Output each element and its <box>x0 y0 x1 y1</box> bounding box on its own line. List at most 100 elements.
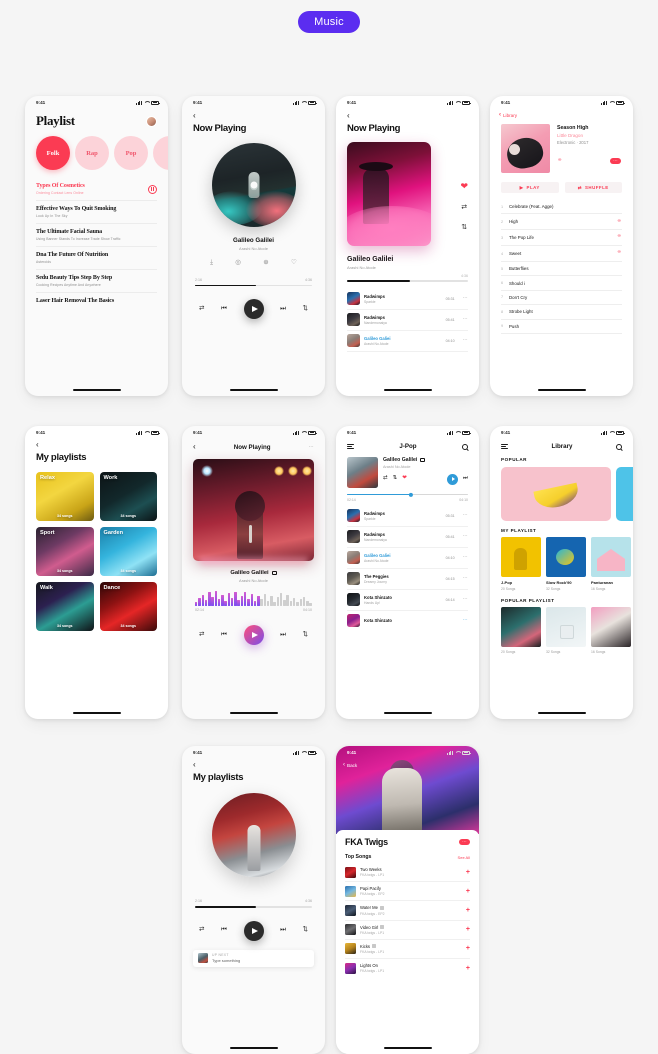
playlist-card[interactable]: Work 34 songs <box>99 472 157 521</box>
playlist-card[interactable]: Dance 34 songs <box>99 582 157 631</box>
progress-bar[interactable] <box>195 906 312 908</box>
more-icon[interactable]: ⋯ <box>463 317 468 322</box>
screen-now-playing-disc[interactable]: 9:41 ‹ Now Playing Galileo Galilei Arash… <box>182 96 325 396</box>
playlist-card[interactable]: J-Pop 20 Songs <box>501 537 541 591</box>
screen-artist[interactable]: 9:41 ‹ Back FKA Twigs ⋯ Top Songs See Al… <box>336 746 479 1054</box>
back-to-library[interactable]: ‹ Library <box>490 109 633 118</box>
list-item[interactable]: Effective Ways To Quit Smoking Look Up I… <box>36 201 157 224</box>
shuffle-icon[interactable]: ⇄ <box>383 476 388 482</box>
song-row[interactable]: 1 Celebrate (Feat. Agge) <box>501 200 622 215</box>
search-icon[interactable] <box>461 443 468 450</box>
shuffle-icon[interactable]: ⇄ <box>461 204 467 211</box>
screen-my-playlists-grid[interactable]: 9:41 ‹ My playlists Relax 34 songs Work … <box>25 426 168 719</box>
play-button[interactable] <box>243 625 264 645</box>
chip-pop[interactable]: Pop <box>114 136 148 170</box>
add-icon[interactable]: + <box>466 945 470 952</box>
next-icon[interactable]: ⏭ <box>280 927 286 934</box>
more-icon[interactable]: ⋯ <box>463 618 468 623</box>
list-item[interactable]: The Ultimate Facial Sauna Using Banner S… <box>36 224 157 247</box>
song-row[interactable]: Two Weeks FKA twigs - LP1 + <box>345 863 470 883</box>
track-row[interactable]: Galileo Galiei Arashi No Atode 04:10 ⋯ <box>347 331 468 352</box>
back-icon[interactable]: ‹ <box>193 761 314 769</box>
screen-album[interactable]: 9:41 ‹ Library Season High Little Dragon… <box>490 96 633 396</box>
repeat-icon[interactable]: ⇅ <box>461 224 467 231</box>
play-button[interactable] <box>243 299 264 320</box>
airplay-icon[interactable]: ◎ <box>235 259 241 267</box>
playlist-card[interactable]: Panturanan 16 Songs <box>591 537 631 591</box>
add-icon[interactable]: ⊕ <box>263 259 268 267</box>
menu-icon[interactable] <box>347 443 354 450</box>
back-button[interactable]: ‹ Back <box>343 762 357 768</box>
download-icon[interactable]: ⚭ <box>617 234 622 241</box>
song-row[interactable]: Water Me FKA twigs - EP2 + <box>345 901 470 921</box>
play-button[interactable]: ▶ PLAY <box>501 182 559 193</box>
next-icon[interactable]: ⏭ <box>280 305 286 313</box>
chip-folk[interactable]: Folk <box>36 136 70 170</box>
track-row[interactable]: Radwimps Sparkle 05:31 ⋯ <box>347 289 468 310</box>
popular-carousel[interactable] <box>490 462 633 521</box>
track-row[interactable]: Radwimps Sparkle 05:31 ⋯ <box>347 506 468 527</box>
list-item[interactable]: Types Of Cosmetics Ordering Contact Lens… <box>36 178 157 201</box>
screen-my-playlists-player[interactable]: 9:41 ‹ My playlists 2:16 4:36 ⇄ ⏮ ⏭ ⇅ UP… <box>182 746 325 1054</box>
play-button[interactable] <box>447 473 459 485</box>
repeat-icon[interactable]: ⇅ <box>303 631 308 639</box>
screen-jpop[interactable]: 9:41 J-Pop Galileo Galilei Arashi No Ato… <box>336 426 479 719</box>
list-item[interactable]: Laser Hair Removal The Basics <box>36 293 157 309</box>
track-row[interactable]: Kota Shinzato ⋯ <box>347 611 468 631</box>
shuffle-icon[interactable]: ⇄ <box>199 927 204 934</box>
waveform-progress[interactable] <box>195 590 312 606</box>
add-icon[interactable]: + <box>466 926 470 933</box>
search-icon[interactable] <box>615 443 622 450</box>
popular-card[interactable] <box>501 467 611 521</box>
playlist-card[interactable]: Garden 34 songs <box>99 527 157 576</box>
add-icon[interactable]: + <box>466 965 470 972</box>
more-icon[interactable]: ⋯ <box>463 534 468 539</box>
more-icon[interactable]: ⋯ <box>463 576 468 581</box>
popular-card[interactable] <box>616 467 633 521</box>
song-row[interactable]: Video Girl FKA twigs - LP1 + <box>345 921 470 940</box>
progress-bar[interactable] <box>195 284 312 287</box>
album-cover[interactable] <box>501 124 550 173</box>
heart-icon[interactable]: ♡ <box>291 259 297 267</box>
track-row[interactable]: The Peggies Dreamy Journy 04:15 ⋯ <box>347 569 468 590</box>
repeat-icon[interactable]: ⇅ <box>393 476 398 482</box>
add-icon[interactable]: + <box>466 888 470 895</box>
track-row[interactable]: Radwimps Nandemonaiya 05:41 ⋯ <box>347 527 468 548</box>
more-icon[interactable]: ⋯ <box>309 444 314 450</box>
playlist-card[interactable]: Walk 34 songs <box>36 582 94 631</box>
more-icon[interactable]: ⋯ <box>463 338 468 343</box>
shuffle-button[interactable]: ⇄ SHUFFLE <box>564 182 622 193</box>
screen-playlist[interactable]: 9:41 Playlist Folk Rap Pop Types Of Cosm… <box>25 96 168 396</box>
playlist-card[interactable]: Sport 34 songs <box>36 527 94 576</box>
download-icon[interactable]: ⤓ <box>210 259 213 267</box>
see-all-link[interactable]: See All <box>458 855 470 860</box>
playlist-card[interactable]: 20 Songs <box>501 606 541 654</box>
list-item[interactable]: Sedu Beauty Tips Step By Step Cooking Re… <box>36 270 157 293</box>
album-cover[interactable] <box>347 457 378 488</box>
progress-bar[interactable] <box>347 492 468 497</box>
download-icon[interactable]: ⚭ <box>617 250 622 257</box>
song-row[interactable]: 4 Sweet ⚭ <box>501 246 622 262</box>
track-row[interactable]: Kota Shinzato Hands Up! 04:14 ⋯ <box>347 590 468 611</box>
back-icon[interactable]: ‹ <box>193 443 196 451</box>
add-icon[interactable]: + <box>466 869 470 876</box>
song-row[interactable]: 5 Butterflies <box>501 262 622 277</box>
shuffle-icon[interactable]: ⇄ <box>199 305 204 313</box>
next-icon[interactable]: ⏭ <box>463 476 468 482</box>
album-art-disc[interactable] <box>211 793 296 877</box>
shuffle-icon[interactable]: ⇄ <box>199 631 204 639</box>
back-icon[interactable]: ‹ <box>193 112 314 120</box>
album-art[interactable] <box>193 459 314 561</box>
screen-library[interactable]: 9:41 Library POPULAR MY PLAYLIST J-Pop 2… <box>490 426 633 719</box>
more-icon[interactable]: ⋯ <box>459 838 470 846</box>
song-row[interactable]: Lights On FKA twigs - LP1 + <box>345 959 470 977</box>
album-art-disc[interactable] <box>211 143 296 227</box>
song-row[interactable]: 6 Should i <box>501 276 622 291</box>
playlist-card[interactable]: 16 Songs <box>591 606 631 654</box>
album-art[interactable] <box>347 142 431 246</box>
chip-rap[interactable]: Rap <box>75 136 109 170</box>
back-icon[interactable]: ‹ <box>36 441 157 449</box>
up-next-value[interactable]: Type something <box>212 958 240 963</box>
heart-icon[interactable]: ❤ <box>460 182 468 191</box>
song-row[interactable]: 8 Strobe Light <box>501 305 622 320</box>
